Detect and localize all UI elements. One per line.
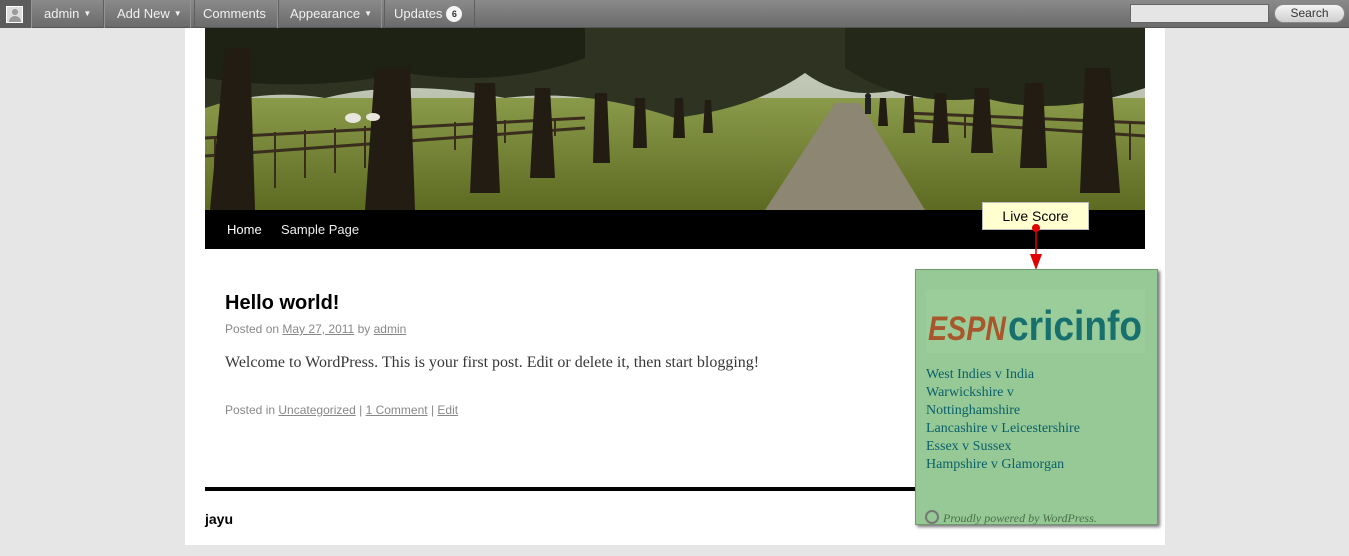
- match-link[interactable]: Nottinghamshire: [926, 402, 1080, 420]
- post-title[interactable]: Hello world!: [225, 292, 339, 315]
- admin-user-menu[interactable]: admin ▼: [31, 0, 105, 28]
- match-link[interactable]: Essex v Sussex: [926, 438, 1080, 456]
- powered-by-text: Proudly powered by WordPress.: [943, 511, 1097, 525]
- updates-count-badge: 6: [446, 6, 463, 22]
- match-link[interactable]: Warwickshire v: [926, 384, 1080, 402]
- posted-on-label: Posted on: [225, 322, 280, 336]
- match-link[interactable]: Hampshire v Glamorgan: [926, 456, 1080, 474]
- post-footer-meta: Posted in Uncategorized | 1 Comment | Ed…: [225, 403, 459, 417]
- match-link[interactable]: Lancashire v Leicestershire: [926, 420, 1080, 438]
- comments-label: Comments: [203, 6, 266, 21]
- match-list: West Indies v India Warwickshire v Notti…: [926, 366, 1080, 474]
- caret-down-icon: ▼: [364, 9, 373, 18]
- updates-label: Updates: [394, 6, 443, 21]
- footer-site-name[interactable]: jayu: [205, 511, 233, 527]
- pointer-arrow-icon: [1030, 224, 1042, 270]
- appearance-menu[interactable]: Appearance ▼: [277, 0, 386, 28]
- post-date-link[interactable]: May 27, 2011: [282, 322, 354, 336]
- category-link[interactable]: Uncategorized: [278, 403, 355, 417]
- adminbar-search-input[interactable]: [1130, 4, 1269, 23]
- post-author-link[interactable]: admin: [374, 322, 407, 336]
- nav-item-sample-page[interactable]: Sample Page: [281, 210, 359, 249]
- caret-down-icon: ▼: [83, 9, 92, 18]
- edit-link[interactable]: Edit: [437, 403, 458, 417]
- add-new-menu[interactable]: Add New ▼: [104, 0, 195, 28]
- match-link[interactable]: West Indies v India: [926, 366, 1080, 384]
- by-label: by: [357, 322, 371, 336]
- caret-down-icon: ▼: [173, 9, 182, 18]
- post-meta: Posted on May 27, 2011 by admin: [225, 322, 406, 336]
- wordpress-icon: [925, 510, 939, 524]
- updates-menu[interactable]: Updates 6: [381, 0, 476, 28]
- nav-item-home[interactable]: Home: [227, 210, 262, 249]
- add-new-label: Add New: [117, 6, 170, 21]
- logo-text-left: ESPN: [928, 310, 1007, 348]
- admin-user-label: admin: [44, 6, 80, 21]
- logo-text-right: cricinfo: [1008, 302, 1142, 349]
- comments-link[interactable]: 1 Comment: [366, 403, 428, 417]
- post-content: Welcome to WordPress. This is your first…: [225, 354, 760, 371]
- header-image[interactable]: [205, 28, 1145, 210]
- live-score-panel: ESPN cricinfo West Indies v India Warwic…: [915, 269, 1158, 525]
- appearance-label: Appearance: [290, 6, 361, 21]
- adminbar-search-button[interactable]: Search: [1274, 4, 1345, 23]
- user-avatar-icon[interactable]: [0, 0, 31, 28]
- admin-bar: admin ▼ Add New ▼ Comments Appearance ▼ Upd…: [0, 0, 1349, 28]
- comments-menu[interactable]: Comments: [190, 0, 279, 28]
- posted-in-label: Posted in: [225, 403, 276, 417]
- powered-by[interactable]: Proudly powered by WordPress.: [925, 510, 1097, 526]
- espncricinfo-logo[interactable]: ESPN cricinfo: [926, 290, 1145, 353]
